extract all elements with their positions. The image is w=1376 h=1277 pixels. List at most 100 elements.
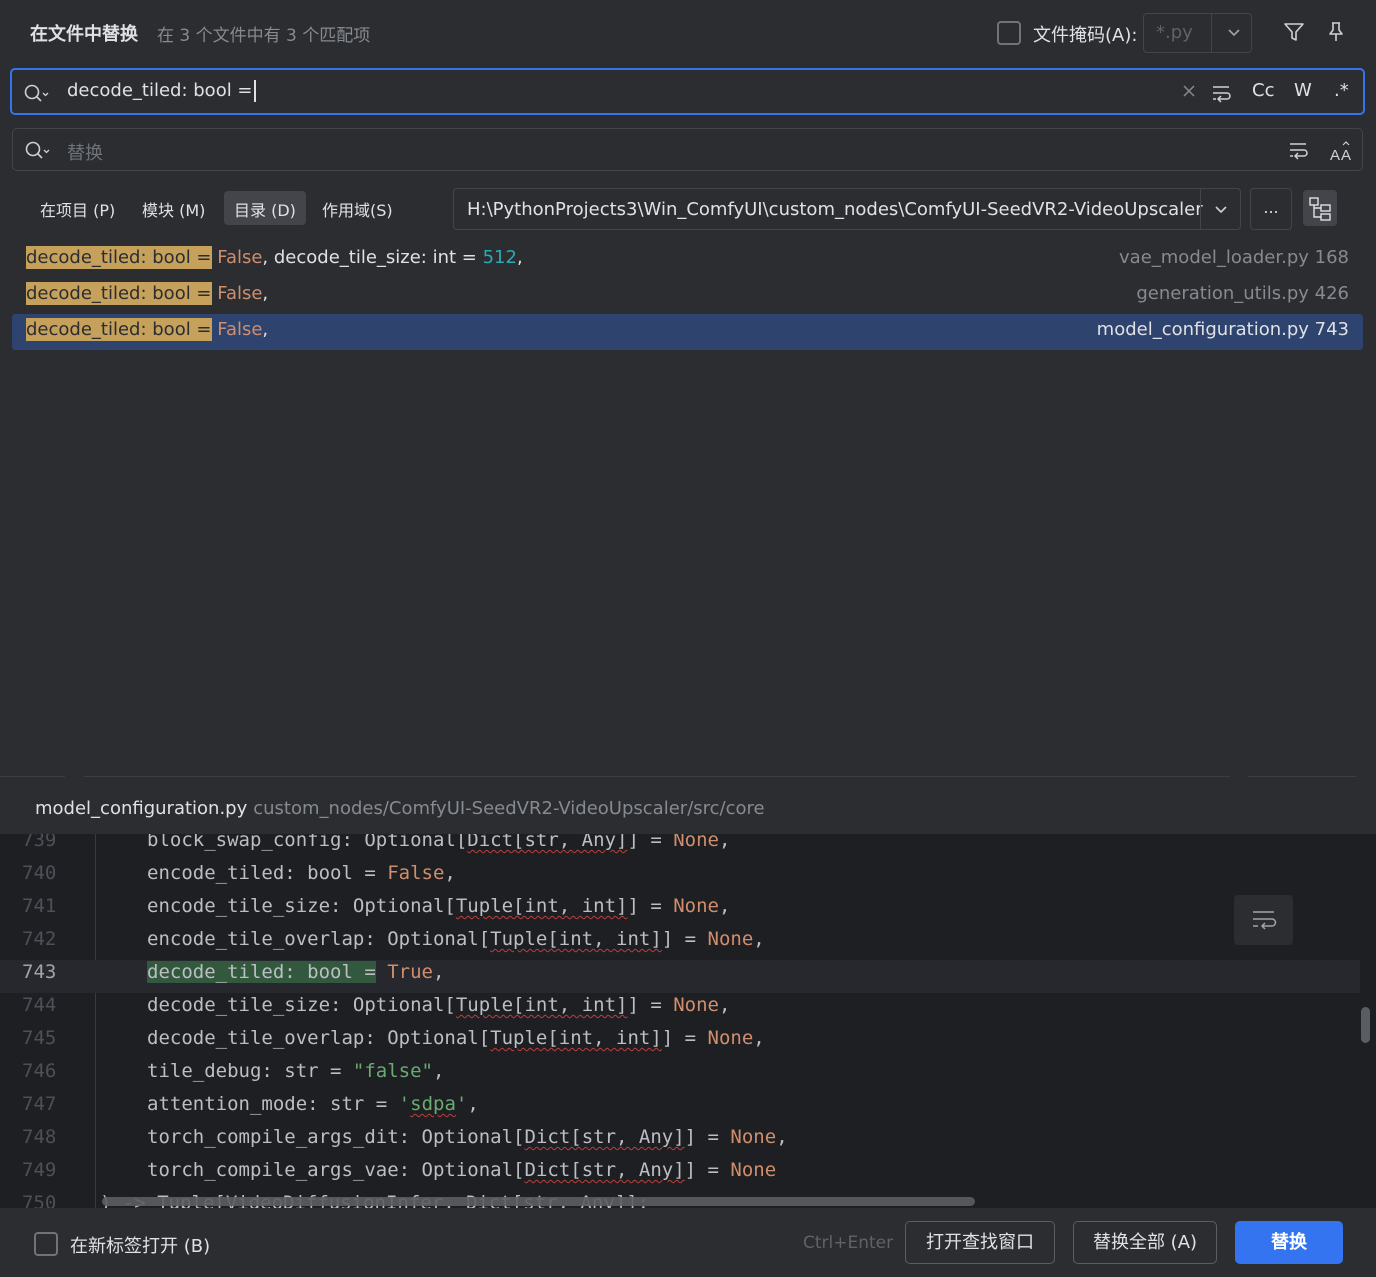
line-number: 740: [22, 862, 57, 884]
shortcut-hint: Ctrl+Enter: [803, 1233, 894, 1253]
result-text: , decode_tile_size: int =: [262, 247, 483, 268]
code-text: decode_tiled: bool = True,: [147, 961, 445, 983]
match-highlight: decode_tiled: bool =: [26, 246, 212, 269]
match-highlight: decode_tiled: bool =: [26, 282, 212, 305]
code-preview[interactable]: 739 block_swap_config: Optional[Dict[str…: [0, 834, 1376, 1208]
code-text: encode_tiled: bool = False,: [147, 862, 456, 884]
replace-button[interactable]: 替换: [1235, 1221, 1343, 1264]
match-summary: 在 3 个文件中有 3 个匹配项: [157, 26, 371, 46]
clear-icon[interactable]: [1180, 82, 1198, 105]
chevron-down-icon[interactable]: [1224, 22, 1244, 47]
browse-directory-button[interactable]: ...: [1250, 188, 1292, 230]
line-number: 750: [22, 1192, 57, 1208]
result-keyword: False: [211, 283, 263, 304]
result-line: decode_tiled: bool = False, decode_tile_…: [26, 246, 523, 269]
code-text: tile_debug: str = "false",: [147, 1060, 445, 1082]
text-caret: [253, 80, 256, 102]
whole-words-toggle[interactable]: W: [1294, 80, 1312, 101]
dialog-title: 在文件中替换: [30, 24, 138, 45]
replace-field[interactable]: 替换 AA: [12, 128, 1363, 171]
soft-wrap-button[interactable]: [1234, 895, 1293, 945]
replace-history-icon[interactable]: [23, 139, 51, 168]
open-find-window-button[interactable]: 打开查找窗口: [905, 1221, 1055, 1264]
code-line-current: 743 decode_tiled: bool = True,: [0, 960, 1360, 993]
match-highlight: decode_tiled: bool =: [26, 318, 212, 341]
search-query-text: decode_tiled: bool =: [67, 80, 253, 101]
chevron-down-icon[interactable]: [1211, 199, 1231, 224]
soft-wrap-icon: [1234, 911, 1293, 950]
code-line: 742 encode_tile_overlap: Optional[Tuple[…: [0, 927, 1360, 960]
scope-tab-project[interactable]: 在项目 (P): [30, 191, 125, 225]
code-line: 745 decode_tile_overlap: Optional[Tuple[…: [0, 1026, 1360, 1059]
open-in-new-tab-label[interactable]: 在新标签打开 (B): [70, 1232, 210, 1258]
code-text: encode_tile_size: Optional[Tuple[int, in…: [147, 895, 731, 917]
match-case-toggle[interactable]: Cc: [1252, 80, 1274, 101]
recursive-toggle[interactable]: [1303, 190, 1337, 226]
file-mask-combo[interactable]: *.py: [1143, 13, 1252, 53]
line-number: 749: [22, 1159, 57, 1181]
svg-text:A: A: [1330, 147, 1340, 163]
result-file: model_configuration.py 743: [1096, 319, 1349, 340]
line-number: 744: [22, 994, 57, 1016]
scope-tab-directory[interactable]: 目录 (D): [224, 191, 306, 225]
scope-tab-scope[interactable]: 作用域(S): [312, 191, 403, 225]
line-number: 743: [22, 961, 57, 983]
line-number: 747: [22, 1093, 57, 1115]
code-line: 746 tile_debug: str = "false",: [0, 1059, 1360, 1092]
combo-separator: [1200, 189, 1201, 229]
code-text: torch_compile_args_vae: Optional[Dict[st…: [147, 1159, 777, 1181]
line-number: 748: [22, 1126, 57, 1148]
preview-file-path: custom_nodes/ComfyUI-SeedVR2-VideoUpscal…: [253, 798, 765, 819]
result-text: ,: [262, 283, 269, 304]
search-field[interactable]: decode_tiled: bool = Cc W .*: [10, 68, 1365, 115]
code-line: 739 block_swap_config: Optional[Dict[str…: [0, 834, 1360, 861]
line-number: 739: [22, 834, 57, 851]
vertical-scrollbar[interactable]: [1361, 1007, 1370, 1043]
code-line: 748 torch_compile_args_dit: Optional[Dic…: [0, 1125, 1360, 1158]
scope-tab-module[interactable]: 模块 (M): [132, 191, 215, 225]
open-in-new-tab-checkbox[interactable]: [34, 1232, 58, 1256]
code-line: 741 encode_tile_size: Optional[Tuple[int…: [0, 894, 1360, 927]
result-row-selected[interactable]: decode_tiled: bool = False, model_config…: [12, 314, 1363, 350]
filter-icon[interactable]: [1282, 20, 1306, 44]
result-line: decode_tiled: bool = False,: [26, 282, 269, 305]
result-file: vae_model_loader.py 168: [1119, 247, 1349, 268]
combo-separator: [1211, 14, 1212, 52]
replace-all-button[interactable]: 替换全部 (A): [1073, 1221, 1217, 1264]
result-line: decode_tiled: bool = False,: [26, 318, 269, 341]
dialog-footer: 在新标签打开 (B) Ctrl+Enter 打开查找窗口 替换全部 (A) 替换: [0, 1208, 1376, 1277]
splitter[interactable]: [0, 776, 1376, 777]
result-text: ,: [262, 319, 269, 340]
horizontal-scrollbar[interactable]: [102, 1197, 975, 1206]
splitter-segment: [1248, 776, 1356, 777]
result-row[interactable]: decode_tiled: bool = False, decode_tile_…: [12, 242, 1363, 278]
newline-icon[interactable]: [1287, 139, 1309, 166]
code-line: 740 encode_tiled: bool = False,: [0, 861, 1360, 894]
preview-file-name: model_configuration.py: [35, 798, 248, 819]
directory-combo[interactable]: H:\PythonProjects3\Win_ComfyUI\custom_no…: [453, 188, 1241, 230]
splitter-segment: [84, 776, 1230, 777]
file-mask-value[interactable]: *.py: [1156, 22, 1193, 43]
result-number: 512: [482, 247, 517, 268]
code-text: encode_tile_overlap: Optional[Tuple[int,…: [147, 928, 765, 950]
result-row[interactable]: decode_tiled: bool = False, generation_u…: [12, 278, 1363, 314]
dialog-header: 在文件中替换 在 3 个文件中有 3 个匹配项 文件掩码(A): *.py: [0, 0, 1376, 66]
file-mask-checkbox[interactable]: [997, 21, 1021, 45]
search-history-icon[interactable]: [22, 82, 50, 111]
replace-input[interactable]: 替换: [67, 139, 103, 165]
code-text: attention_mode: str = 'sdpa',: [147, 1093, 479, 1115]
search-input[interactable]: decode_tiled: bool =: [67, 80, 256, 102]
newline-icon[interactable]: [1210, 82, 1232, 109]
result-keyword: False: [211, 247, 263, 268]
pin-icon[interactable]: [1324, 20, 1348, 44]
directory-path[interactable]: H:\PythonProjects3\Win_ComfyUI\custom_no…: [467, 199, 1203, 220]
regex-toggle[interactable]: .*: [1334, 80, 1349, 101]
code-text: block_swap_config: Optional[Dict[str, An…: [147, 834, 731, 851]
preserve-case-icon[interactable]: AA: [1329, 139, 1355, 168]
code-text: decode_tile_size: Optional[Tuple[int, in…: [147, 994, 731, 1016]
result-keyword: False: [211, 319, 263, 340]
directory-tree-icon: [1303, 197, 1337, 231]
preview-header: model_configuration.py custom_nodes/Comfy…: [35, 798, 765, 819]
code-text: torch_compile_args_dit: Optional[Dict[st…: [147, 1126, 788, 1148]
code-text: decode_tile_overlap: Optional[Tuple[int,…: [147, 1027, 765, 1049]
